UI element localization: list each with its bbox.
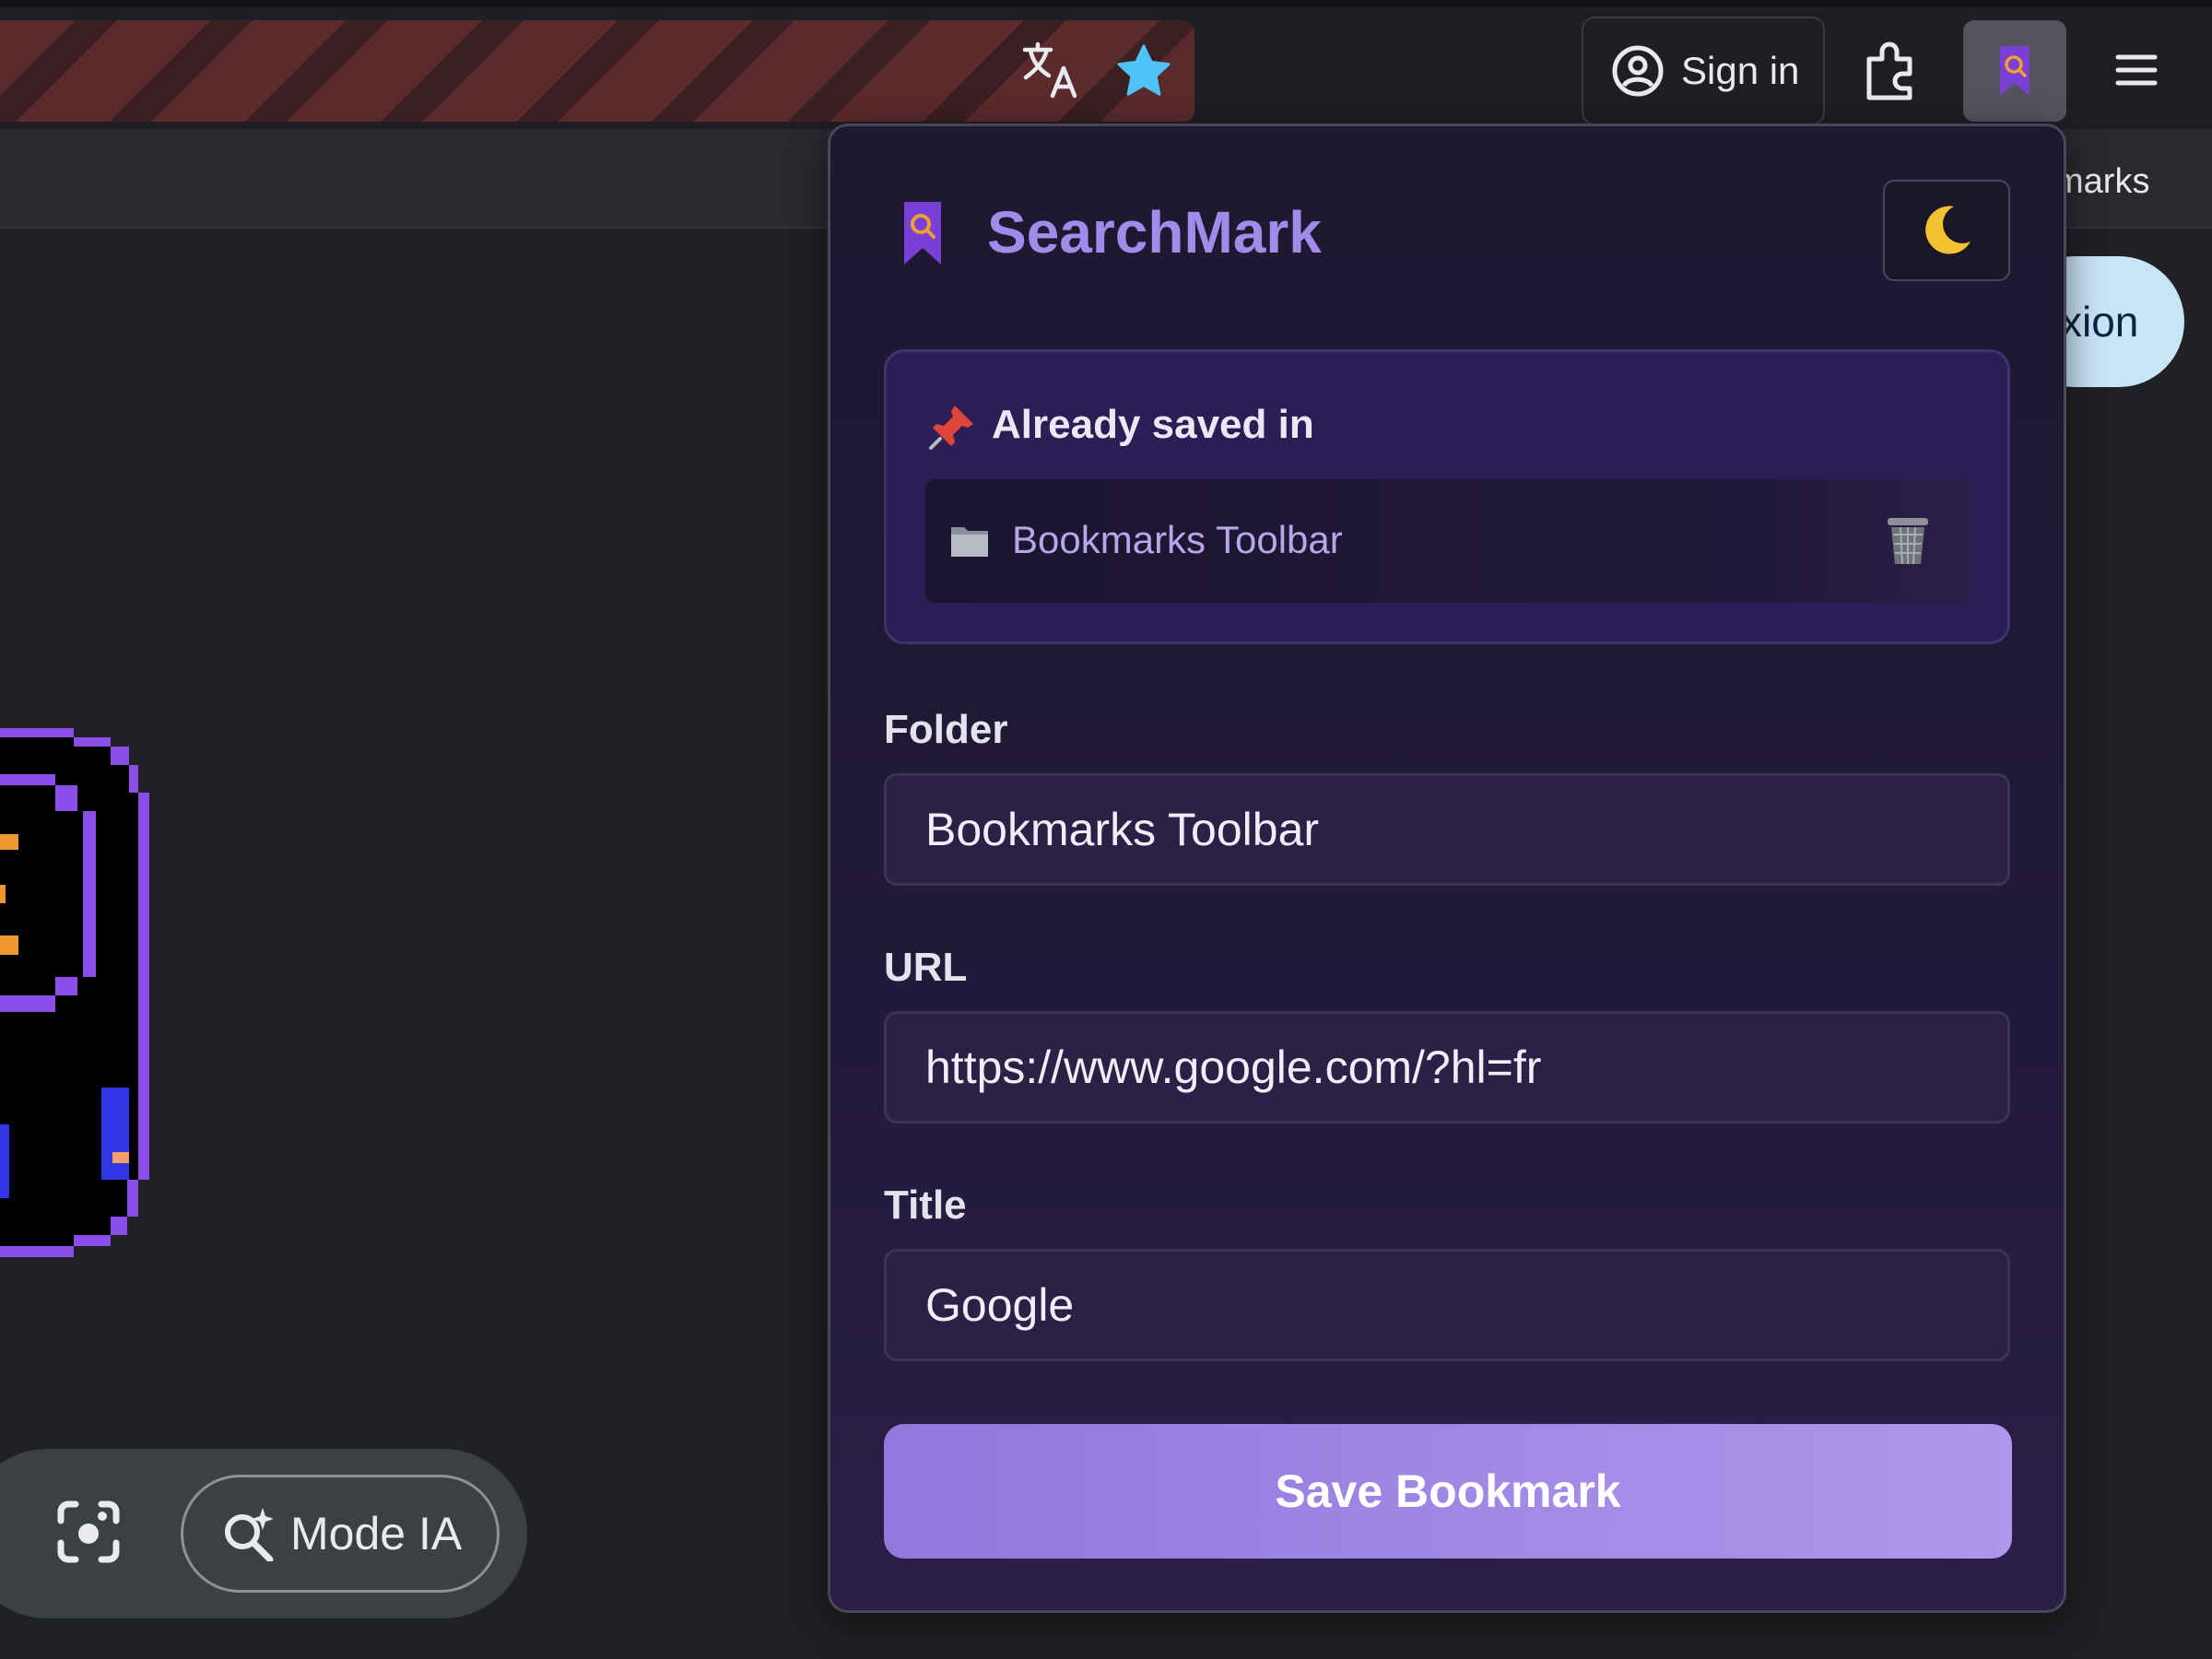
folder-icon <box>951 527 988 557</box>
moon-icon <box>1925 206 1971 254</box>
mode-ia-button[interactable]: Mode IA <box>181 1475 500 1593</box>
pixel-art-logo <box>0 728 149 1257</box>
popup-title: SearchMark <box>987 199 1322 265</box>
browser-window: Sign in kmarks xion Mode IA SearchMark A… <box>0 0 2212 1659</box>
url-label: URL <box>884 945 968 990</box>
translate-icon[interactable] <box>1021 41 1080 100</box>
url-field[interactable] <box>884 1011 2010 1124</box>
ai-search-icon <box>225 1508 274 1561</box>
saved-location-label: Bookmarks Toolbar <box>1012 518 1343 561</box>
searchmark-extension-icon <box>2000 46 2030 96</box>
star-icon[interactable] <box>1115 42 1172 100</box>
tab-strip-edge <box>0 0 2212 7</box>
browser-toolbar: Sign in <box>0 0 2212 129</box>
folder-label: Folder <box>884 707 1008 752</box>
sign-in-label: Sign in <box>1681 49 1800 92</box>
trash-icon[interactable] <box>1884 514 1932 566</box>
saved-location-item[interactable]: Bookmarks Toolbar <box>925 479 1972 603</box>
title-label: Title <box>884 1182 967 1228</box>
menu-icon[interactable] <box>2114 52 2159 88</box>
pushpin-icon <box>929 406 973 450</box>
mode-ia-label: Mode IA <box>290 1508 463 1559</box>
searchmark-extension-button[interactable] <box>1963 20 2066 122</box>
searchmark-popup: SearchMark Already saved in Bookmarks To… <box>828 124 2066 1613</box>
searchmark-logo-icon <box>904 202 941 265</box>
title-field[interactable] <box>884 1249 2010 1361</box>
save-bookmark-button[interactable]: Save Bookmark <box>884 1424 2012 1559</box>
extensions-icon[interactable] <box>1864 41 1921 101</box>
already-saved-heading: Already saved in <box>992 402 1314 447</box>
avatar-icon <box>1612 45 1664 97</box>
already-saved-section: Already saved in Bookmarks Toolbar <box>884 349 2010 644</box>
theme-toggle-button[interactable] <box>1883 180 2010 281</box>
sign-in-button[interactable]: Sign in <box>1582 17 1825 125</box>
folder-field[interactable] <box>884 773 2010 886</box>
lens-icon[interactable] <box>55 1499 122 1565</box>
address-bar[interactable] <box>0 20 1194 122</box>
